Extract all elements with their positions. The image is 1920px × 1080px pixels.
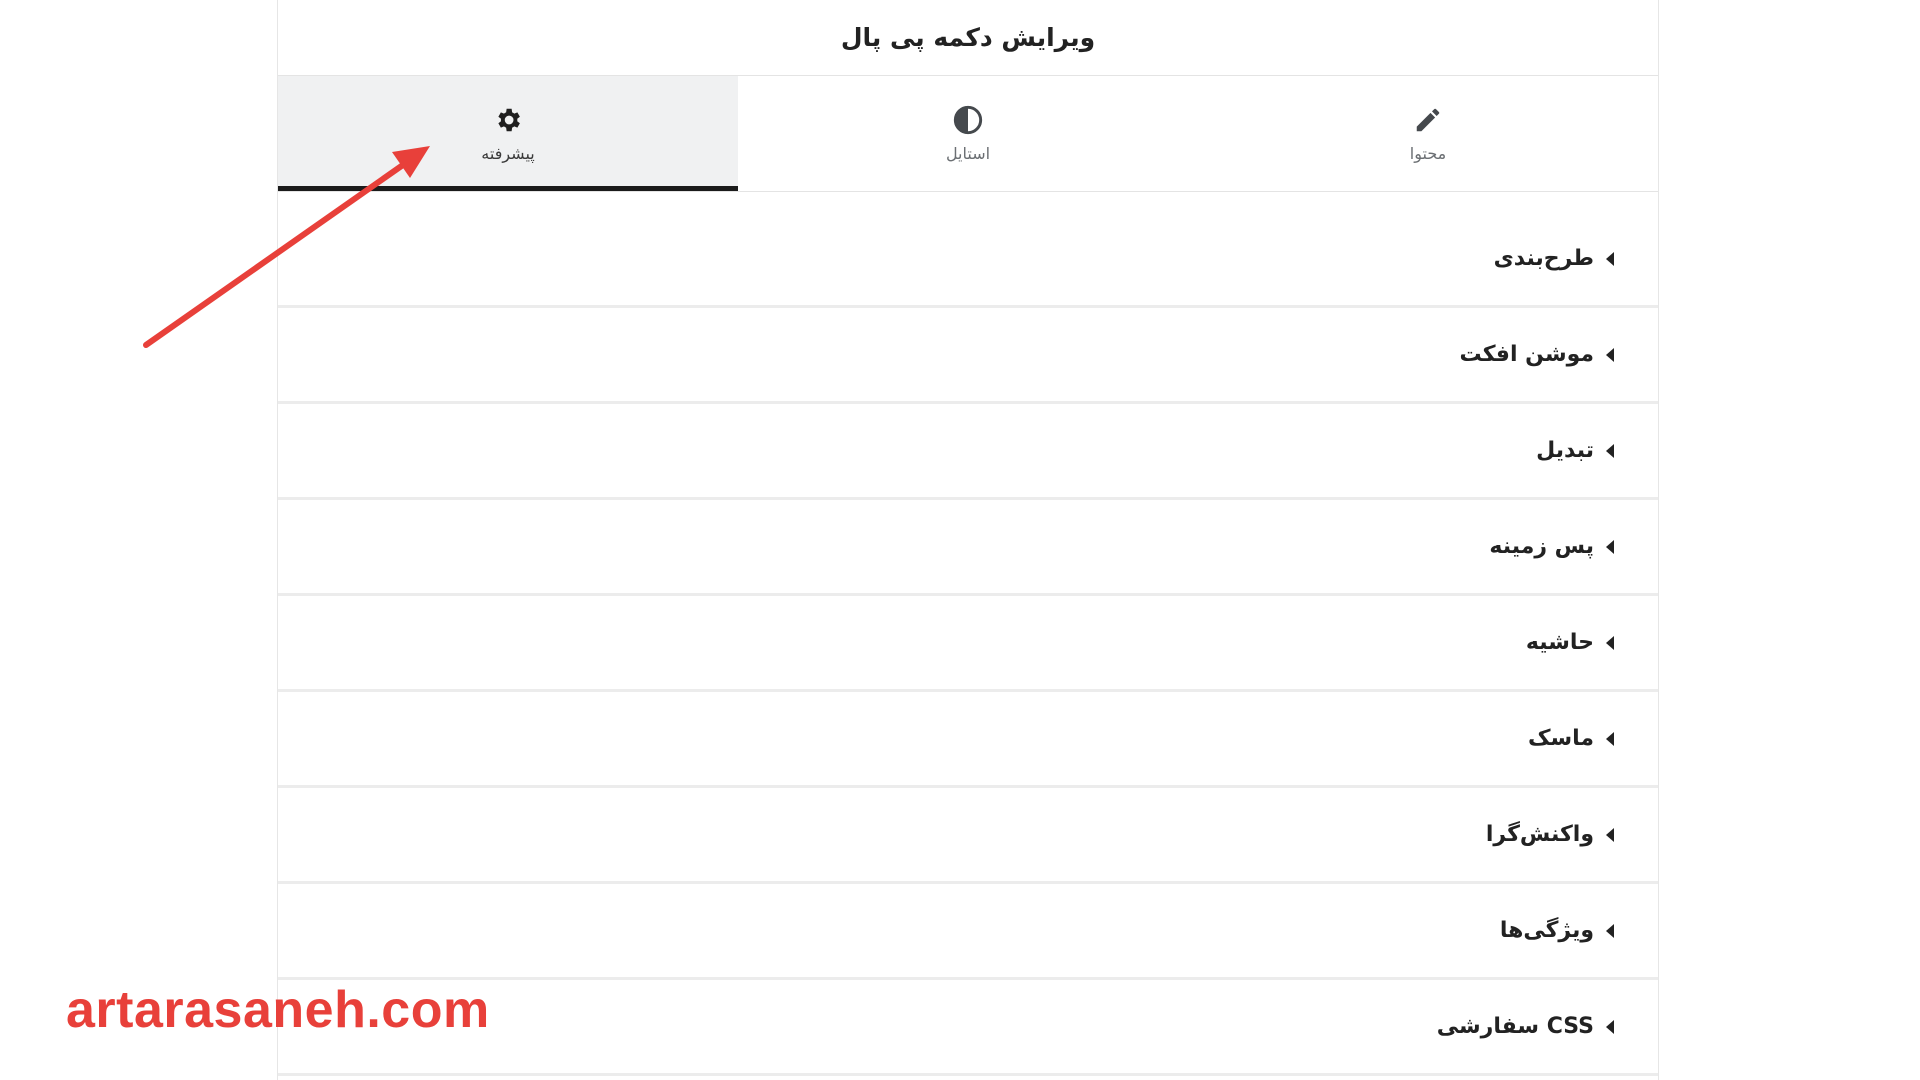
watermark-text: artarasaneh.com	[66, 981, 490, 1039]
section-label: حاشیه	[1525, 630, 1594, 655]
section-border[interactable]: حاشیه	[278, 596, 1658, 692]
caret-left-icon	[1606, 347, 1614, 362]
caret-left-icon	[1606, 251, 1614, 266]
section-label: ماسک	[1527, 726, 1594, 751]
tab-content-label: محتوا	[1409, 144, 1447, 163]
section-label: پس زمینه	[1489, 534, 1594, 559]
caret-left-icon	[1606, 1019, 1614, 1034]
editor-panel: ویرایش دکمه پی پال پیشرفته استایل محتوا …	[277, 0, 1659, 1080]
tab-content[interactable]: محتوا	[1198, 76, 1658, 191]
caret-left-icon	[1606, 923, 1614, 938]
gear-icon	[492, 104, 524, 136]
caret-left-icon	[1606, 731, 1614, 746]
pencil-icon	[1412, 104, 1444, 136]
section-responsive[interactable]: واکنش‌گرا	[278, 788, 1658, 884]
section-label: تبدیل	[1536, 438, 1594, 463]
caret-left-icon	[1606, 539, 1614, 554]
section-mask[interactable]: ماسک	[278, 692, 1658, 788]
section-attributes[interactable]: ویژگی‌ها	[278, 884, 1658, 980]
tab-style-label: استایل	[945, 144, 991, 163]
section-label: ویژگی‌ها	[1499, 918, 1594, 943]
section-label: موشن افکت	[1459, 342, 1594, 367]
contrast-icon	[952, 104, 984, 136]
caret-left-icon	[1606, 443, 1614, 458]
tab-advanced-label: پیشرفته	[481, 144, 535, 163]
section-label: واکنش‌گرا	[1485, 822, 1594, 847]
caret-left-icon	[1606, 635, 1614, 650]
tab-advanced[interactable]: پیشرفته	[278, 76, 738, 191]
caret-left-icon	[1606, 827, 1614, 842]
section-label: CSS سفارشی	[1436, 1014, 1594, 1039]
panel-title: ویرایش دکمه پی پال	[278, 0, 1658, 76]
section-transform[interactable]: تبدیل	[278, 404, 1658, 500]
settings-sections: طرح‌بندی موشن افکت تبدیل پس زمینه حا	[278, 212, 1658, 1076]
tab-style[interactable]: استایل	[738, 76, 1198, 191]
section-motion-effect[interactable]: موشن افکت	[278, 308, 1658, 404]
tab-bar: پیشرفته استایل محتوا	[278, 76, 1658, 192]
section-label: طرح‌بندی	[1493, 246, 1594, 271]
section-background[interactable]: پس زمینه	[278, 500, 1658, 596]
section-layout[interactable]: طرح‌بندی	[278, 212, 1658, 308]
